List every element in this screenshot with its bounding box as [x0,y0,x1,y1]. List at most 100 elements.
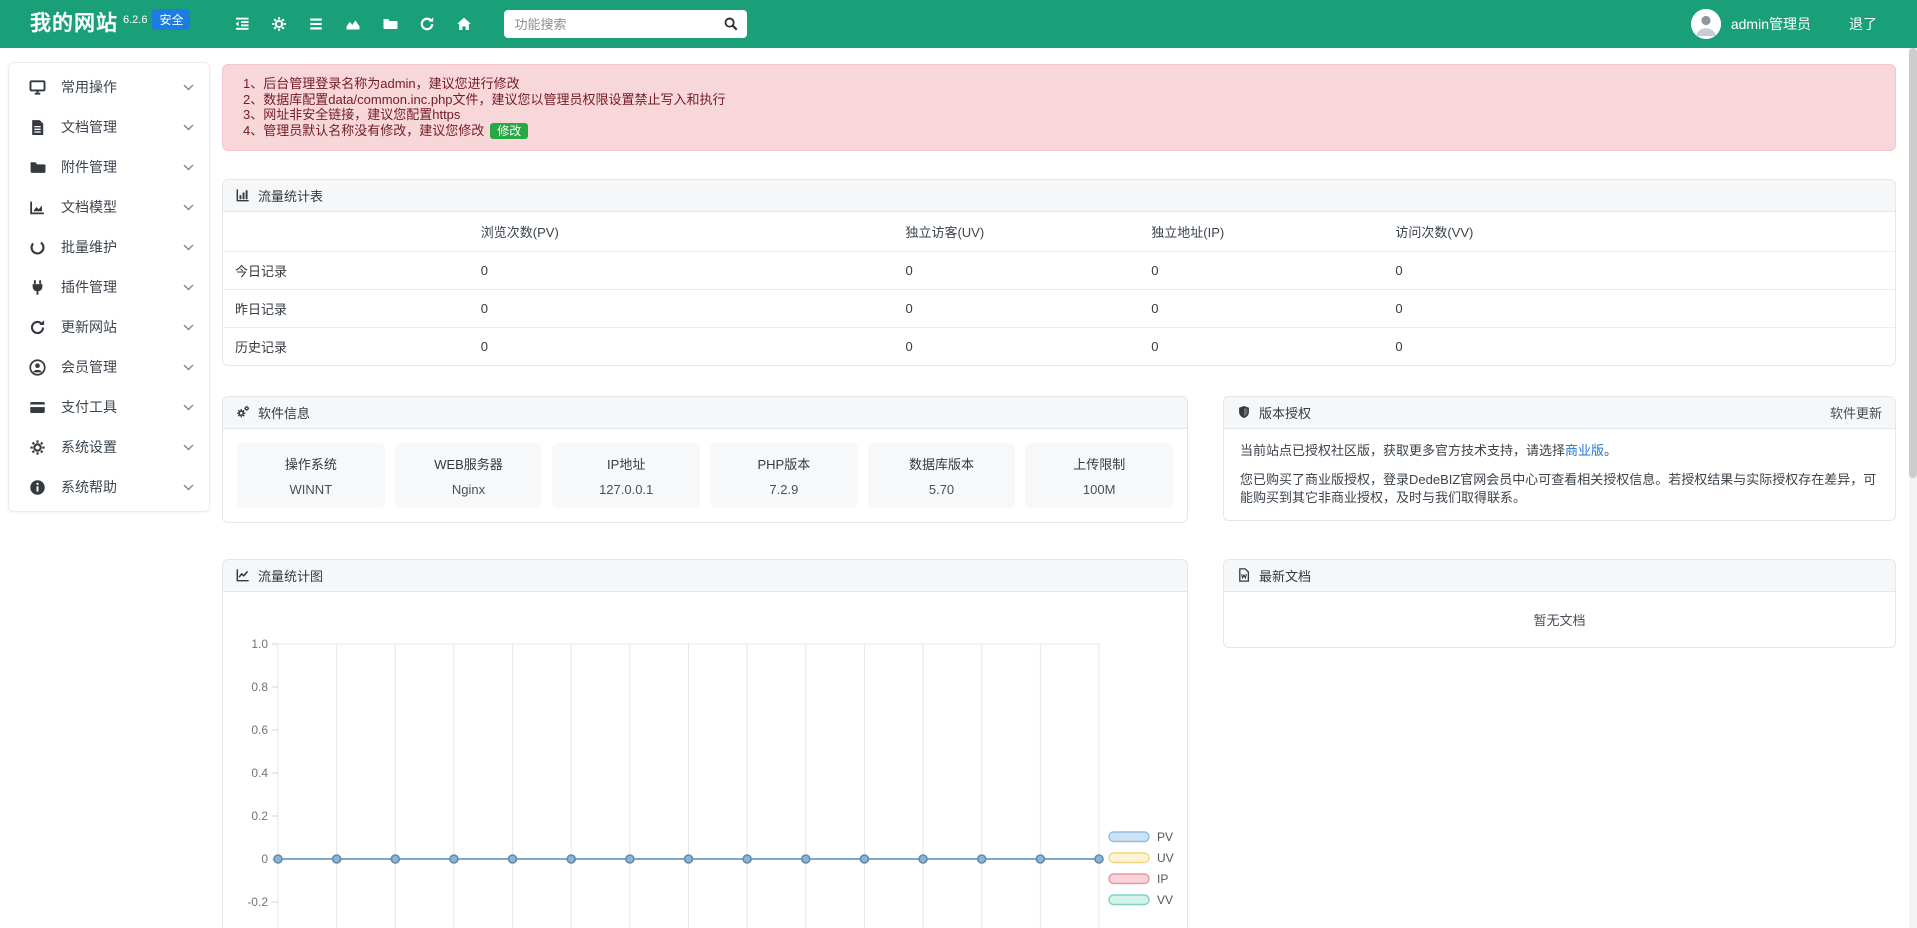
info-card-os: 操作系统 WINNT [237,443,385,508]
search-input[interactable] [504,10,747,38]
chevron-down-icon [183,404,194,411]
brand-title: 我的网站 [30,0,118,48]
table-row: 历史记录 0 0 0 0 [223,327,1895,365]
scrollbar-thumb[interactable] [1909,48,1917,478]
outdent-icon[interactable] [234,16,250,32]
panel-title: 流量统计表 [258,186,323,205]
chevron-down-icon [183,84,194,91]
col-vv: 访问次数(VV) [1383,212,1895,252]
software-info-panel: 软件信息 操作系统 WINNT WEB服务器 Nginx IP地址 127.0.… [222,396,1188,523]
user-menu[interactable]: admin管理员 [1731,14,1811,34]
sidebar-item-common-ops[interactable]: 常用操作 [9,67,209,107]
sidebar-item-members[interactable]: 会员管理 [9,347,209,387]
chart-bar-icon [236,188,250,202]
empty-docs-message: 暂无文档 [1224,592,1895,647]
sidebar-item-system-help[interactable]: 系统帮助 [9,467,209,507]
sidebar-item-label: 插件管理 [61,277,117,297]
svg-text:0.8: 0.8 [251,680,268,694]
chevron-down-icon [183,124,194,131]
sidebar-item-update-site[interactable]: 更新网站 [9,307,209,347]
desktop-icon [29,79,46,96]
svg-text:-0.2: -0.2 [247,895,268,909]
security-badge[interactable]: 安全 [152,9,190,30]
sidebar-item-system-settings[interactable]: 系统设置 [9,427,209,467]
search-box [504,10,747,38]
user-icon [29,359,46,376]
svg-text:0.6: 0.6 [251,723,268,737]
circle-notch-icon [29,239,46,256]
license-line-1: 当前站点已授权社区版，获取更多官方技术支持，请选择商业版。 [1240,442,1879,460]
svg-text:VV: VV [1157,893,1173,907]
info-card-db: 数据库版本 5.70 [868,443,1016,508]
col-pv: 浏览次数(PV) [469,212,894,252]
chart-area-icon [29,199,46,216]
col-uv: 独立访客(UV) [893,212,1139,252]
brand[interactable]: 我的网站 6.2.6 安全 [30,0,190,48]
latest-docs-panel: 最新文档 暂无文档 [1223,559,1896,648]
chevron-down-icon [183,204,194,211]
file-word-icon [1237,568,1251,582]
folder-icon [29,159,46,176]
table-row: 今日记录 0 0 0 0 [223,251,1895,289]
svg-text:PV: PV [1157,830,1173,844]
navbar-quick-icons [234,16,472,32]
license-line-2: 您已购买了商业版授权，登录DedeBIZ官网会员中心可查看相关授权信息。若授权结… [1240,471,1879,507]
top-navbar: 我的网站 6.2.6 安全 [0,0,1917,48]
svg-text:0: 0 [261,852,268,866]
info-card-ip: IP地址 127.0.0.1 [552,443,700,508]
sidebar-item-label: 文档模型 [61,197,117,217]
sidebar-item-payment-tools[interactable]: 支付工具 [9,387,209,427]
sidebar-item-label: 支付工具 [61,397,117,417]
plug-icon [29,279,46,296]
alert-line: 4、管理员默认名称没有修改，建议您修改修改 [243,123,1875,139]
sidebar-item-plugins[interactable]: 插件管理 [9,267,209,307]
shield-icon [1237,405,1251,419]
security-alert: 1、后台管理登录名称为admin，建议您进行修改 2、数据库配置data/com… [222,64,1896,151]
sidebar-item-doc-models[interactable]: 文档模型 [9,187,209,227]
panel-title: 最新文档 [1259,566,1311,585]
panel-title: 软件信息 [258,403,310,422]
logout-button[interactable]: 退了 [1849,14,1877,34]
gear-icon[interactable] [271,16,287,32]
search-icon[interactable] [723,16,739,32]
alert-line: 1、后台管理登录名称为admin，建议您进行修改 [243,76,1875,92]
chevron-down-icon [183,244,194,251]
sidebar-item-label: 系统帮助 [61,477,117,497]
sidebar-item-label: 会员管理 [61,357,117,377]
traffic-chart: 1.00.80.60.40.20-0.2-0.4PVUVIPVV [223,592,1189,928]
chart-area-icon[interactable] [345,16,361,32]
avatar[interactable] [1691,9,1721,39]
page-scrollbar[interactable] [1909,48,1917,928]
commercial-edition-link[interactable]: 商业版 [1565,443,1604,458]
file-icon [29,119,46,136]
credit-card-icon [29,399,46,416]
svg-text:IP: IP [1157,872,1168,886]
software-update-link[interactable]: 软件更新 [1830,403,1882,422]
edit-admin-button[interactable]: 修改 [490,123,528,139]
sidebar-item-batch-maintenance[interactable]: 批量维护 [9,227,209,267]
col-ip: 独立地址(IP) [1139,212,1383,252]
svg-text:UV: UV [1157,851,1174,865]
info-circle-icon [29,479,46,496]
alert-line: 2、数据库配置data/common.inc.php文件，建议您以管理员权限设置… [243,92,1875,108]
alert-line: 3、网址非安全链接，建议您配置https [243,107,1875,123]
info-card-upload: 上传限制 100M [1025,443,1173,508]
license-panel: 版本授权 软件更新 当前站点已授权社区版，获取更多官方技术支持，请选择商业版。 … [1223,396,1896,521]
sidebar-item-label: 批量维护 [61,237,117,257]
chevron-down-icon [183,324,194,331]
redo-icon[interactable] [419,16,435,32]
svg-text:0.4: 0.4 [251,766,268,780]
home-icon[interactable] [456,16,472,32]
sidebar-item-label: 更新网站 [61,317,117,337]
sidebar-item-attachments[interactable]: 附件管理 [9,147,209,187]
sidebar-item-documents[interactable]: 文档管理 [9,107,209,147]
info-card-webserver: WEB服务器 Nginx [395,443,543,508]
sidebar-item-label: 附件管理 [61,157,117,177]
folder-icon[interactable] [382,16,398,32]
bars-icon[interactable] [308,16,324,32]
sidebar: 常用操作 文档管理 附件管理 文档模型 批量维护 插件管理 更新网站 会员管理 [8,62,210,512]
chevron-down-icon [183,284,194,291]
table-row: 昨日记录 0 0 0 0 [223,289,1895,327]
panel-title: 版本授权 [1259,403,1311,422]
sidebar-item-label: 常用操作 [61,77,117,97]
